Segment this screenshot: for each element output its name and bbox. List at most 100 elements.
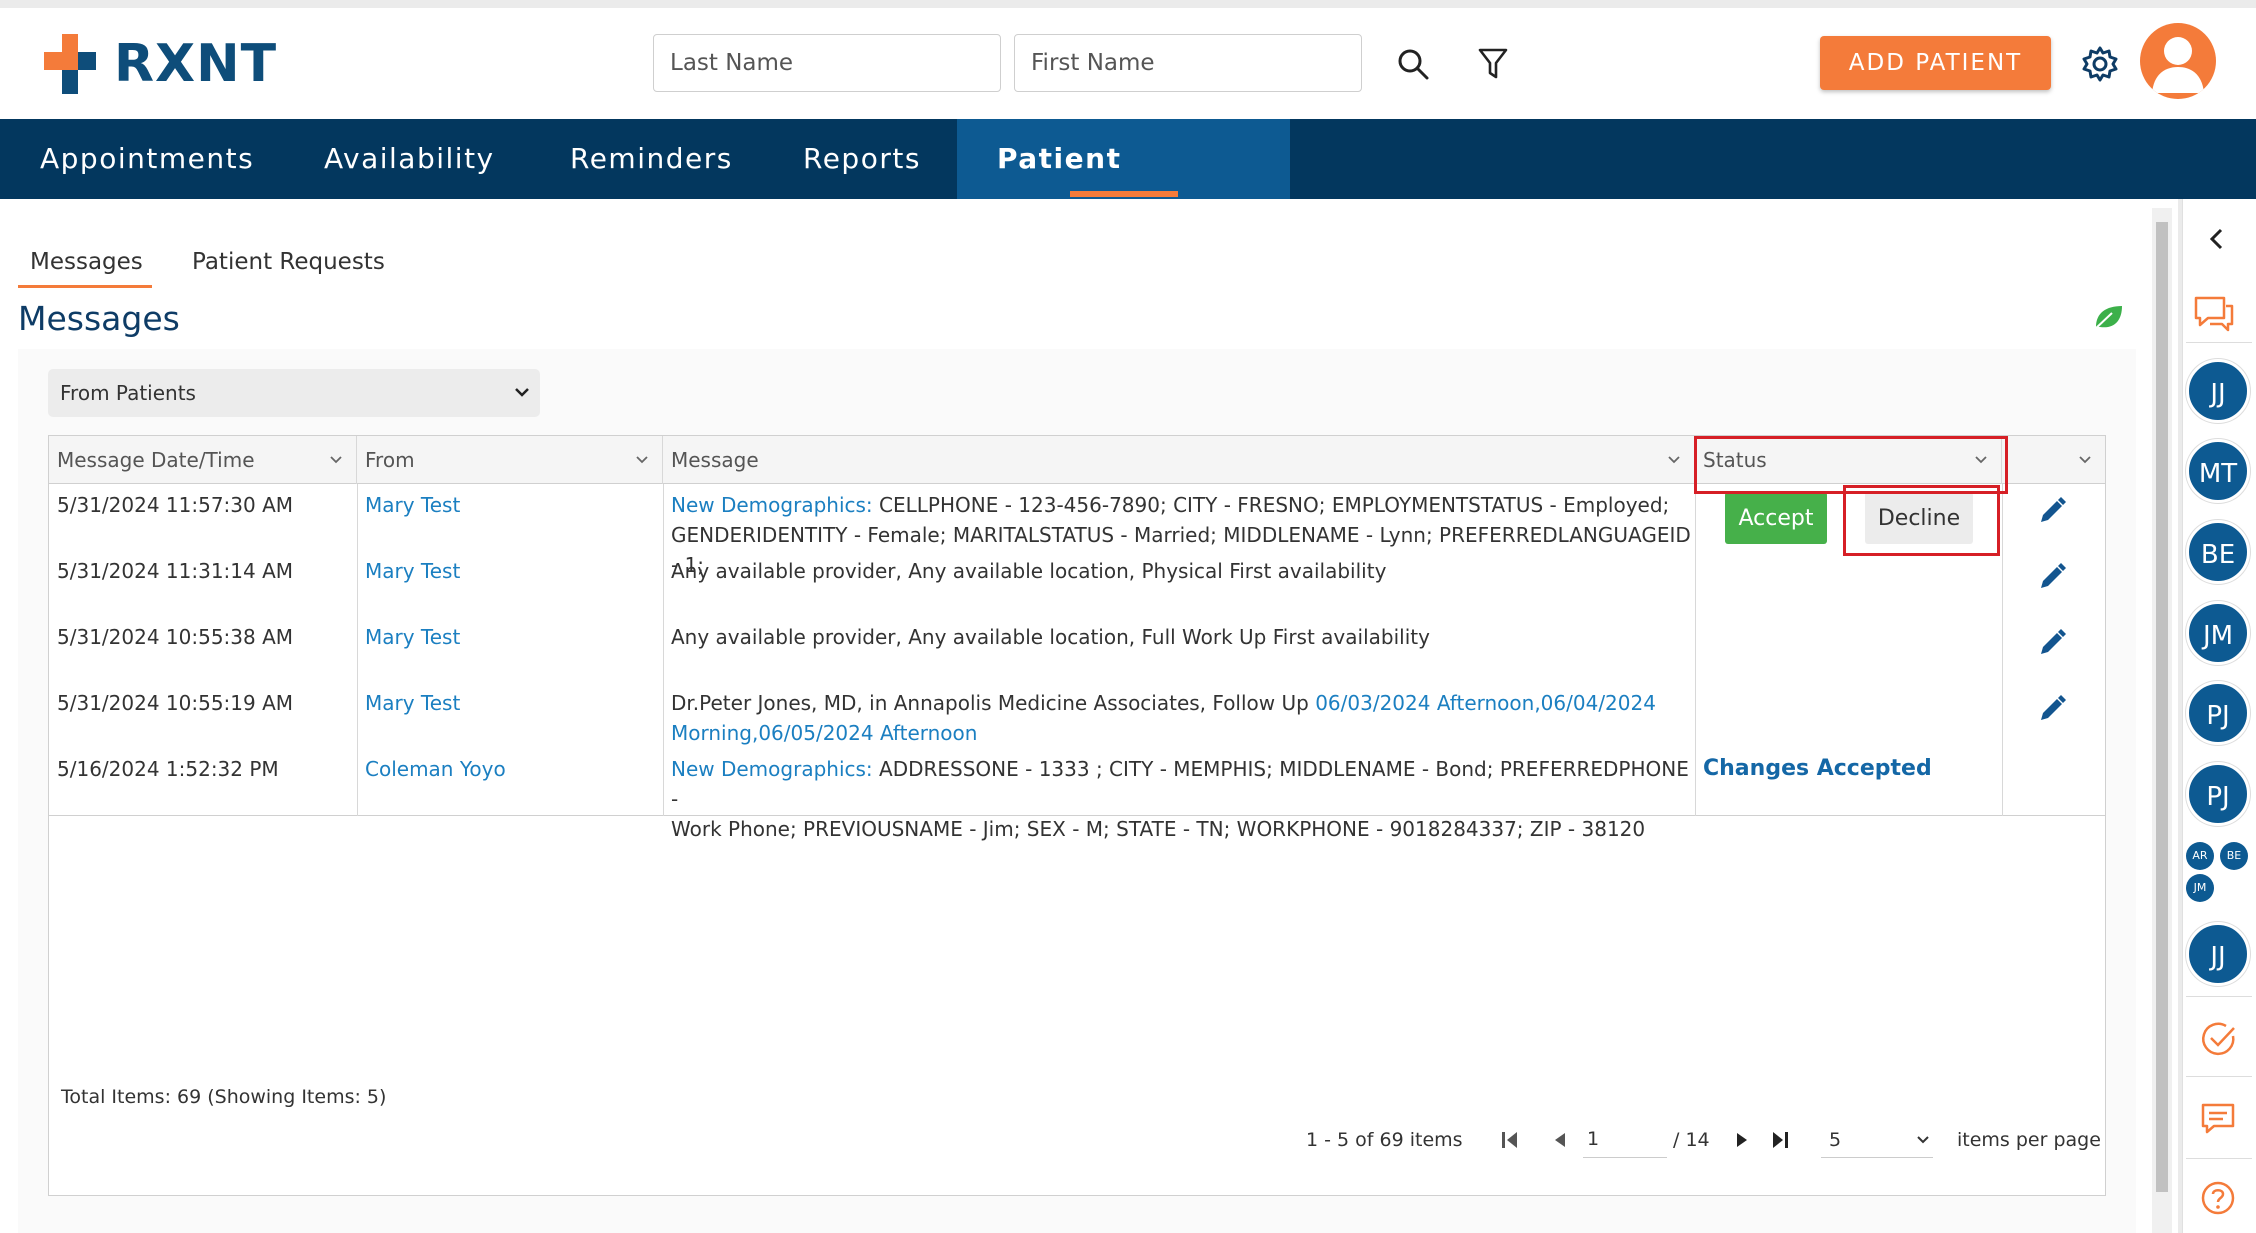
rail-divider bbox=[2186, 1076, 2252, 1077]
nav-appointments[interactable]: Appointments bbox=[0, 119, 294, 199]
active-nav-indicator bbox=[1070, 191, 1178, 197]
chevron-down-icon[interactable] bbox=[634, 452, 650, 468]
availability-dates-link[interactable]: Morning,06/05/2024 Afternoon bbox=[671, 721, 977, 745]
tab-patient-requests[interactable]: Patient Requests bbox=[192, 249, 385, 275]
group-avatar-ar[interactable]: AR bbox=[2186, 842, 2214, 870]
status-changes-accepted: Changes Accepted bbox=[1703, 756, 1932, 781]
items-per-page-label: items per page bbox=[1957, 1129, 2101, 1151]
page-size-value: 5 bbox=[1829, 1129, 1842, 1151]
message-text: CELLPHONE - 123-456-7890; CITY - FRESNO;… bbox=[872, 493, 1670, 517]
add-patient-button[interactable]: ADD PATIENT bbox=[1820, 36, 2051, 90]
tab-messages[interactable]: Messages bbox=[30, 249, 143, 275]
message-source-select[interactable]: From Patients bbox=[48, 369, 540, 417]
message-text: Dr.Peter Jones, MD, in Annapolis Medicin… bbox=[671, 691, 1316, 715]
chat-avatar-pj[interactable]: PJ bbox=[2186, 681, 2250, 745]
nav-reminders[interactable]: Reminders bbox=[530, 119, 773, 199]
total-items-text: Total Items: 69 (Showing Items: 5) bbox=[61, 1086, 387, 1108]
page-size-select[interactable]: 5 bbox=[1821, 1120, 1933, 1158]
rxnt-logo[interactable]: RXNT bbox=[44, 34, 277, 94]
row-from-link[interactable]: Mary Test bbox=[365, 556, 460, 586]
user-silhouette-icon bbox=[2152, 37, 2204, 93]
last-page-icon[interactable] bbox=[1769, 1129, 1791, 1151]
edit-pencil-icon[interactable] bbox=[2037, 628, 2067, 658]
chat-avatar-mt[interactable]: MT bbox=[2186, 439, 2250, 503]
settings-gear-icon[interactable] bbox=[2081, 45, 2119, 83]
next-page-icon[interactable] bbox=[1731, 1129, 1753, 1151]
rail-divider bbox=[2186, 1158, 2252, 1159]
row-date: 5/31/2024 11:57:30 AM bbox=[57, 493, 294, 517]
row-from-link[interactable]: Mary Test bbox=[365, 688, 460, 718]
accept-button[interactable]: Accept bbox=[1725, 492, 1827, 544]
rail-divider bbox=[2186, 996, 2252, 997]
nav-reports[interactable]: Reports bbox=[763, 119, 961, 199]
brand-name: RXNT bbox=[114, 34, 278, 94]
edit-pencil-icon[interactable] bbox=[2037, 694, 2067, 724]
group-avatar-jm[interactable]: JM bbox=[2186, 874, 2214, 902]
new-demographics-link[interactable]: New Demographics: bbox=[671, 493, 873, 517]
row-date: 5/16/2024 1:52:32 PM bbox=[57, 757, 279, 781]
row-from-link[interactable]: Coleman Yoyo bbox=[365, 754, 506, 784]
row-message: New Demographics: ADDRESSONE - 1333 ; CI… bbox=[671, 754, 1691, 844]
last-name-input[interactable] bbox=[653, 34, 1001, 92]
column-divider bbox=[1695, 484, 1696, 816]
previous-page-icon[interactable] bbox=[1549, 1129, 1571, 1151]
chat-avatar-jm[interactable]: JM bbox=[2186, 601, 2250, 665]
edit-pencil-icon[interactable] bbox=[2037, 496, 2067, 526]
column-label: Message bbox=[671, 448, 759, 472]
chevron-down-icon bbox=[514, 369, 530, 434]
chat-bubbles-icon[interactable] bbox=[2192, 294, 2236, 334]
chat-avatar-pj-2[interactable]: PJ bbox=[2186, 762, 2250, 826]
rail-divider bbox=[2186, 342, 2252, 343]
grid-body: 5/31/2024 11:57:30 AM Mary Test New Demo… bbox=[49, 484, 2105, 841]
column-divider bbox=[663, 484, 664, 816]
chevron-down-icon[interactable] bbox=[1666, 452, 1682, 468]
column-label: From bbox=[365, 448, 415, 472]
active-subtab-indicator bbox=[18, 285, 152, 288]
row-date: 5/31/2024 11:31:14 AM bbox=[57, 559, 294, 583]
message-icon[interactable] bbox=[2200, 1102, 2236, 1136]
new-demographics-link[interactable]: New Demographics: bbox=[671, 757, 873, 781]
collapse-chevron-icon[interactable] bbox=[2204, 226, 2230, 252]
select-value: From Patients bbox=[60, 381, 196, 405]
column-divider bbox=[2002, 484, 2003, 816]
filter-icon[interactable] bbox=[1473, 44, 1513, 84]
column-header-actions[interactable] bbox=[2002, 436, 2105, 484]
chat-avatar-jj-2[interactable]: JJ bbox=[2186, 922, 2250, 986]
first-page-icon[interactable] bbox=[1499, 1129, 1521, 1151]
edit-pencil-icon[interactable] bbox=[2037, 562, 2067, 592]
nav-availability[interactable]: Availability bbox=[284, 119, 535, 199]
user-avatar[interactable] bbox=[2140, 23, 2216, 99]
column-divider bbox=[357, 484, 358, 816]
page-title: Messages bbox=[18, 299, 180, 338]
page-total-text: / 14 bbox=[1673, 1129, 1710, 1151]
chat-avatar-jj[interactable]: JJ bbox=[2186, 359, 2250, 423]
rxnt-cross-icon bbox=[44, 34, 96, 94]
scrollbar-thumb[interactable] bbox=[2156, 222, 2168, 1192]
page-number-input[interactable] bbox=[1583, 1120, 1667, 1158]
column-header-message[interactable]: Message bbox=[663, 436, 1695, 484]
row-from-link[interactable]: Mary Test bbox=[365, 490, 460, 520]
column-header-date[interactable]: Message Date/Time bbox=[49, 436, 357, 484]
message-text: Work Phone; PREVIOUSNAME - Jim; SEX - M;… bbox=[671, 817, 1646, 841]
group-avatar-be[interactable]: BE bbox=[2220, 842, 2248, 870]
row-message: Any available provider, Any available lo… bbox=[671, 625, 1430, 649]
chevron-down-icon[interactable] bbox=[328, 452, 344, 468]
first-name-input[interactable] bbox=[1014, 34, 1362, 92]
task-check-icon[interactable] bbox=[2200, 1020, 2238, 1058]
chat-avatar-be[interactable]: BE bbox=[2186, 520, 2250, 584]
row-date: 5/31/2024 10:55:38 AM bbox=[57, 625, 294, 649]
main-nav: Appointments Availability Reminders Repo… bbox=[0, 119, 2256, 255]
chevron-down-icon[interactable] bbox=[2077, 452, 2093, 468]
nav-patient-requests[interactable]: Patient Requests bbox=[957, 119, 1290, 255]
decline-button-highlight bbox=[1843, 485, 2000, 556]
row-date: 5/31/2024 10:55:19 AM bbox=[57, 691, 294, 715]
column-header-from[interactable]: From bbox=[357, 436, 663, 484]
row-message: Dr.Peter Jones, MD, in Annapolis Medicin… bbox=[671, 688, 1691, 748]
row-message: Any available provider, Any available lo… bbox=[671, 559, 1387, 583]
column-label: Message Date/Time bbox=[57, 448, 255, 472]
row-from-link[interactable]: Mary Test bbox=[365, 622, 460, 652]
help-icon[interactable] bbox=[2200, 1180, 2236, 1216]
search-icon[interactable] bbox=[1393, 44, 1433, 84]
availability-dates-link[interactable]: 06/03/2024 Afternoon,06/04/2024 bbox=[1315, 691, 1656, 715]
messages-grid: Message Date/Time From Message Status 5/… bbox=[48, 435, 2106, 1196]
